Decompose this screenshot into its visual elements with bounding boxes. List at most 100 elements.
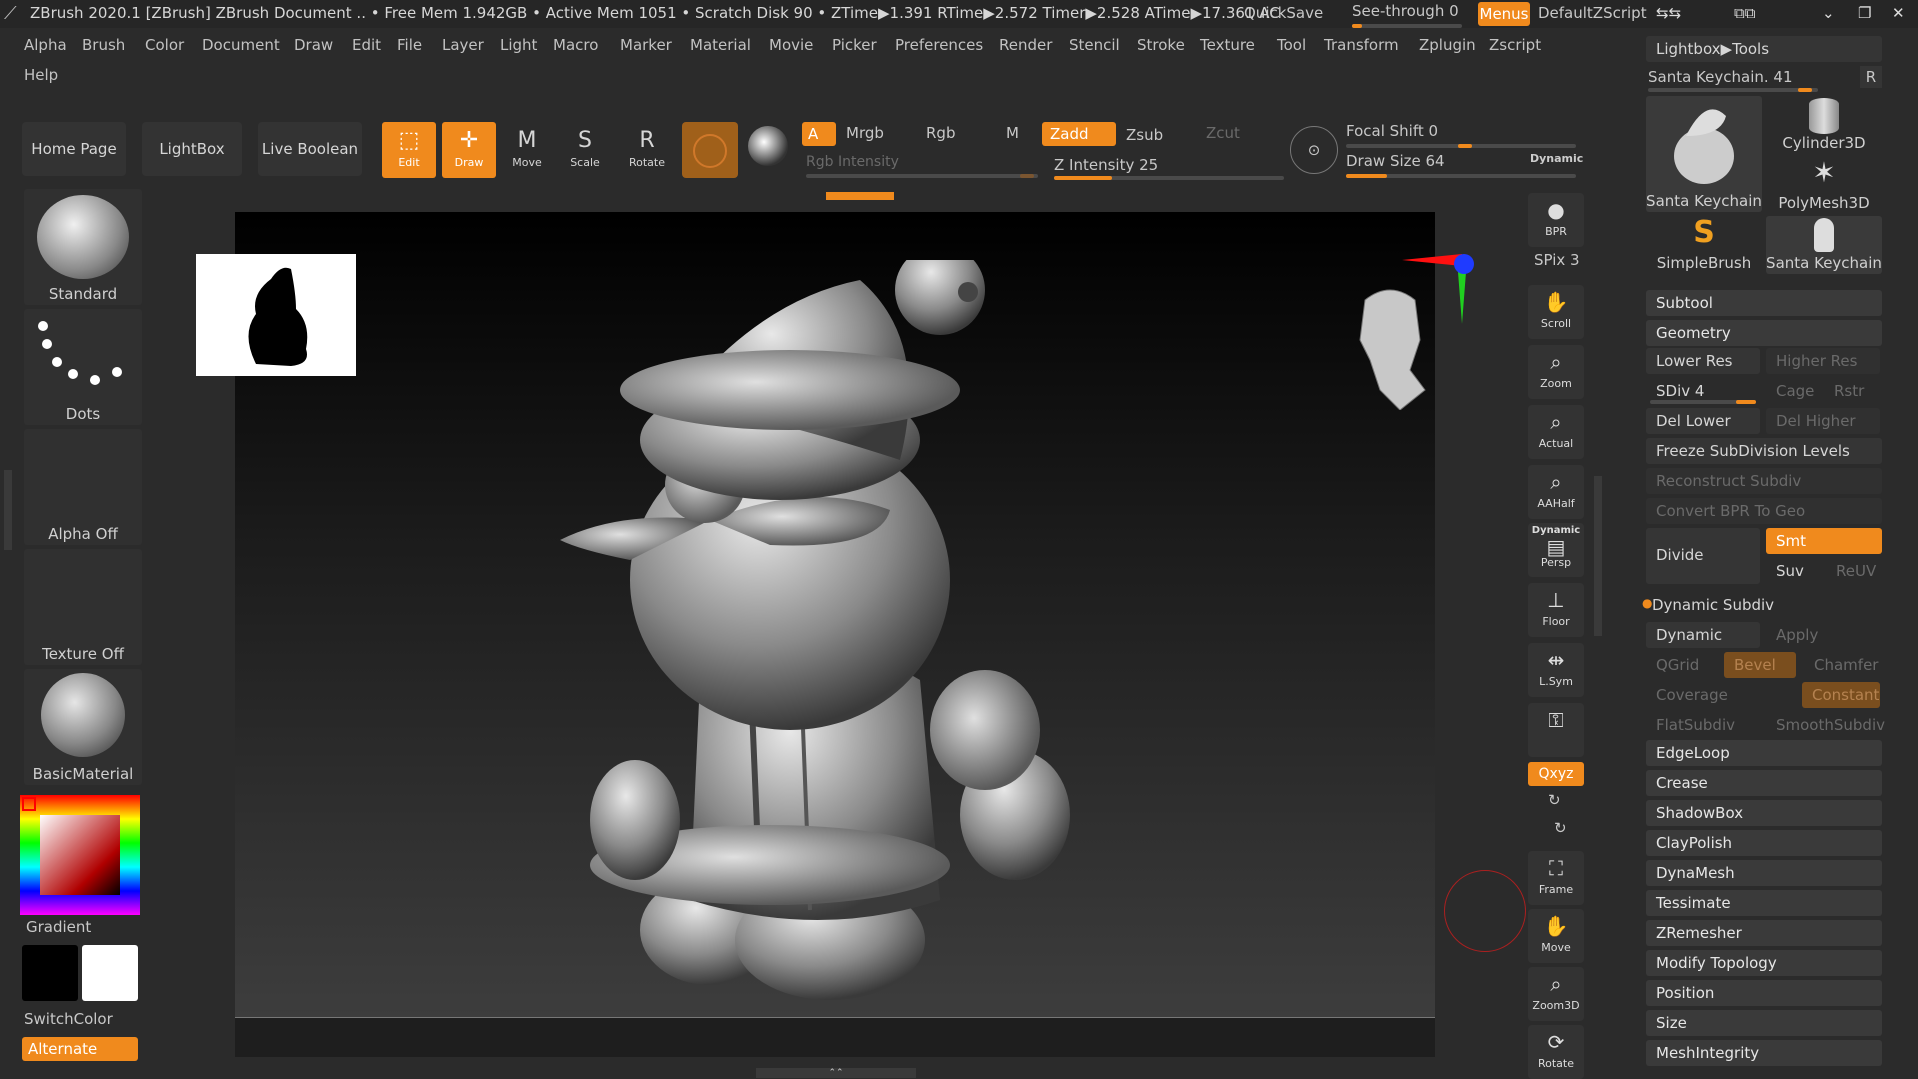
material-selector[interactable]: BasicMaterial — [24, 669, 142, 785]
navigator-thumbnail[interactable] — [196, 254, 356, 376]
draw-size-slider[interactable] — [1346, 174, 1576, 178]
move-mode-button[interactable]: M Move — [500, 122, 554, 178]
position-section[interactable]: Position — [1646, 980, 1882, 1006]
constant-toggle[interactable]: Constant — [1802, 682, 1880, 708]
stroke-selector[interactable]: Dots — [24, 309, 142, 425]
tool-thumb-cylinder[interactable]: Cylinder3D — [1766, 96, 1882, 154]
lsym-button[interactable]: ⇹ L.Sym — [1528, 643, 1584, 697]
switch-color-button[interactable]: SwitchColor — [24, 1010, 113, 1028]
dynamesh-section[interactable]: DynaMesh — [1646, 860, 1882, 886]
menu-picker[interactable]: Picker — [832, 36, 877, 54]
menu-edit[interactable]: Edit — [352, 36, 381, 54]
zcut-button[interactable]: Zcut — [1206, 124, 1240, 142]
restore-icon[interactable]: ❐ — [1858, 4, 1871, 22]
lightbox-tools-button[interactable]: Lightbox▶Tools — [1646, 36, 1882, 62]
rotate-view-button[interactable]: ⟳ Rotate — [1528, 1025, 1584, 1079]
zoom-button[interactable]: ⌕ Zoom — [1528, 345, 1584, 399]
ui-layout-icon[interactable]: ⇆⇆ — [1656, 4, 1681, 22]
del-higher-button[interactable]: Del Higher — [1766, 408, 1880, 434]
a-button[interactable]: A — [802, 122, 836, 146]
freeze-subdiv-button[interactable]: Freeze SubDivision Levels — [1646, 438, 1882, 464]
menu-help[interactable]: Help — [24, 66, 58, 84]
bevel-toggle[interactable]: Bevel — [1724, 652, 1796, 678]
tool-thumb-santa[interactable]: Santa Keychain — [1646, 96, 1762, 212]
alpha-selector[interactable]: Alpha Off — [24, 429, 142, 545]
minimize-icon[interactable]: ⌄ — [1822, 4, 1835, 22]
subtool-section[interactable]: Subtool — [1646, 290, 1882, 316]
menu-transform[interactable]: Transform — [1324, 36, 1399, 54]
modify-topology-section[interactable]: Modify Topology — [1646, 950, 1882, 976]
menu-texture[interactable]: Texture — [1200, 36, 1255, 54]
persp-button[interactable]: Dynamic ▤ Persp — [1528, 523, 1584, 577]
sdiv-slider[interactable]: SDiv 4 — [1646, 378, 1760, 404]
zsub-button[interactable]: Zsub — [1126, 126, 1163, 144]
move-view-button[interactable]: ✋ Move — [1528, 909, 1584, 963]
lock-button[interactable]: ⚿ — [1528, 703, 1584, 757]
menu-draw[interactable]: Draw — [294, 36, 333, 54]
size-section[interactable]: Size — [1646, 1010, 1882, 1036]
color-sphere-icon[interactable] — [748, 126, 788, 166]
menu-file[interactable]: File — [397, 36, 422, 54]
menu-movie[interactable]: Movie — [769, 36, 813, 54]
menu-stroke[interactable]: Stroke — [1137, 36, 1185, 54]
menu-zscript[interactable]: Zscript — [1489, 36, 1541, 54]
claypolish-section[interactable]: ClayPolish — [1646, 830, 1882, 856]
menu-tool[interactable]: Tool — [1277, 36, 1306, 54]
left-shelf-collapse-handle[interactable] — [4, 470, 12, 550]
scroll-button[interactable]: ✋ Scroll — [1528, 285, 1584, 339]
zremesher-section[interactable]: ZRemesher — [1646, 920, 1882, 946]
menu-document[interactable]: Document — [202, 36, 280, 54]
y-rotate-icon[interactable]: ↻ — [1548, 791, 1561, 809]
see-through-slider[interactable]: See-through 0 — [1352, 2, 1464, 28]
bpr-button[interactable]: ● BPR — [1528, 193, 1584, 247]
menu-brush[interactable]: Brush — [82, 36, 125, 54]
rotate-mode-button[interactable]: R Rotate — [620, 122, 674, 178]
bottom-tray-handle[interactable]: ⌃⌃ — [756, 1068, 916, 1078]
crease-section[interactable]: Crease — [1646, 770, 1882, 796]
edit-mode-button[interactable]: ⬚ Edit — [382, 122, 436, 178]
zoom3d-button[interactable]: ⌕ Zoom3D — [1528, 967, 1584, 1021]
texture-selector[interactable]: Texture Off — [24, 549, 142, 665]
higher-res-button[interactable]: Higher Res — [1766, 348, 1880, 374]
menu-material[interactable]: Material — [690, 36, 751, 54]
close-icon[interactable]: ✕ — [1892, 4, 1905, 22]
axis-gizmo-icon[interactable] — [1402, 248, 1482, 328]
tool-thumb-santa-2[interactable]: Santa Keychain — [1766, 216, 1882, 274]
floor-button[interactable]: ⊥ Floor — [1528, 583, 1584, 637]
menu-preferences[interactable]: Preferences — [895, 36, 983, 54]
focal-shift-slider[interactable] — [1346, 144, 1576, 148]
tool-thumb-simplebrush[interactable]: S SimpleBrush — [1646, 216, 1762, 274]
menu-marker[interactable]: Marker — [620, 36, 672, 54]
dynamic-toggle[interactable]: Dynamic — [1646, 622, 1760, 648]
zadd-button[interactable]: Zadd — [1042, 122, 1116, 146]
menu-light[interactable]: Light — [500, 36, 537, 54]
frame-button[interactable]: ⛶ Frame — [1528, 851, 1584, 905]
scale-mode-button[interactable]: S Scale — [558, 122, 612, 178]
menu-macro[interactable]: Macro — [553, 36, 598, 54]
z-rotate-icon[interactable]: ↻ — [1554, 819, 1567, 837]
actual-button[interactable]: ⌕ Actual — [1528, 405, 1584, 459]
aahalf-button[interactable]: ⌕ AAHalf — [1528, 465, 1584, 519]
right-tray-collapse-handle[interactable] — [1594, 476, 1602, 636]
dynamic-subdiv-section[interactable]: ● Dynamic Subdiv — [1640, 594, 1884, 616]
menu-stencil[interactable]: Stencil — [1069, 36, 1120, 54]
draw-mode-button[interactable]: ✛ Draw — [442, 122, 496, 178]
alternate-button[interactable]: Alternate — [22, 1037, 138, 1061]
smt-toggle[interactable]: Smt — [1766, 528, 1882, 554]
divide-button[interactable]: Divide — [1646, 528, 1760, 584]
menu-layer[interactable]: Layer — [442, 36, 484, 54]
brush-falloff-icon[interactable]: ⊙ — [1290, 126, 1338, 174]
r-button[interactable]: R — [1860, 66, 1882, 88]
menu-zplugin[interactable]: Zplugin — [1419, 36, 1476, 54]
reconstruct-subdiv-button[interactable]: Reconstruct Subdiv — [1646, 468, 1882, 494]
xyz-rotate-button[interactable]: Qxyz — [1528, 762, 1584, 786]
rgb-intensity-slider[interactable] — [806, 174, 1038, 178]
live-boolean-button[interactable]: Live Boolean — [258, 122, 362, 176]
menu-render[interactable]: Render — [999, 36, 1052, 54]
tool-thumb-polymesh[interactable]: ✶ PolyMesh3D — [1766, 156, 1882, 214]
default-zscript-button[interactable]: DefaultZScript — [1538, 4, 1647, 22]
lower-res-button[interactable]: Lower Res — [1646, 348, 1760, 374]
tray-divider-handle[interactable] — [826, 192, 894, 200]
quicksave-button[interactable]: QuickSave — [1244, 4, 1323, 22]
brush-selector[interactable]: Standard — [24, 189, 142, 305]
